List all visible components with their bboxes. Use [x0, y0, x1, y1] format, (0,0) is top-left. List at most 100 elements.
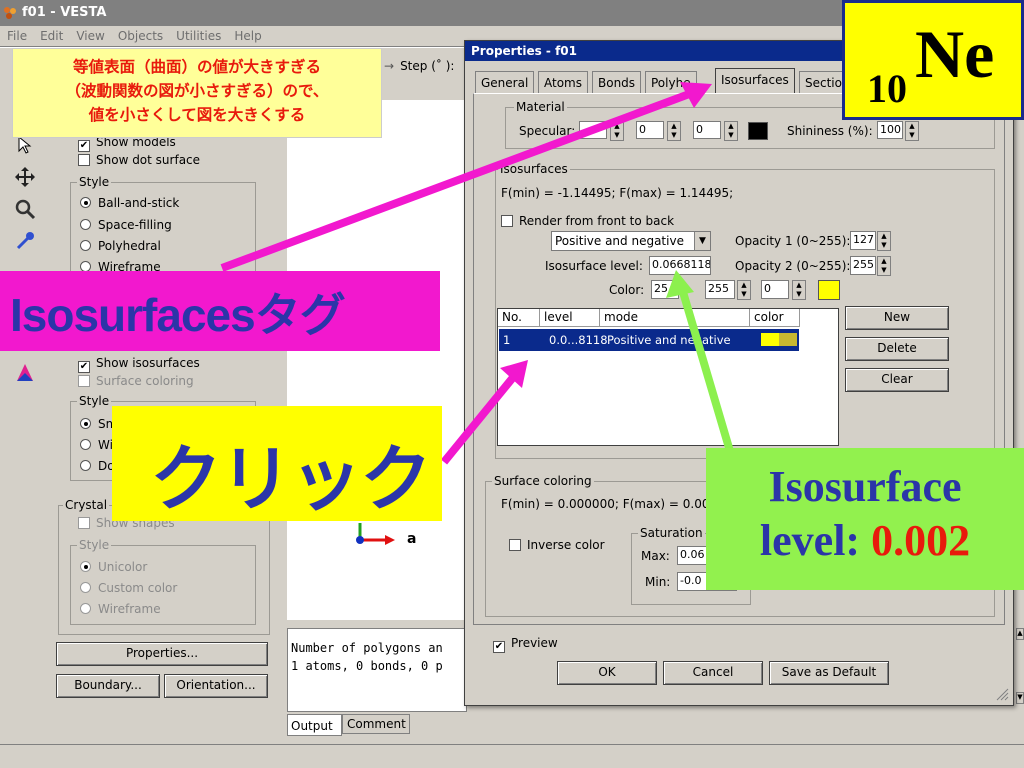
- inverse-color-option[interactable]: Inverse color: [509, 538, 605, 552]
- menu-file[interactable]: File: [0, 26, 33, 43]
- spinner-icon[interactable]: ▲ ▼: [737, 280, 751, 300]
- scroll-down-icon[interactable]: ▼: [1016, 692, 1024, 704]
- move-icon[interactable]: [10, 162, 40, 192]
- specular-g-field[interactable]: 0: [636, 121, 664, 139]
- radio-icon[interactable]: [80, 219, 91, 230]
- spinner-icon[interactable]: ▲ ▼: [792, 280, 806, 300]
- color-swatch[interactable]: [818, 280, 840, 300]
- save-as-default-button[interactable]: Save as Default: [769, 661, 889, 685]
- color-r-field[interactable]: 25: [651, 280, 679, 299]
- tab-isosurfaces[interactable]: Isosurfaces: [715, 68, 795, 94]
- crystal-style-wireframe[interactable]: Wireframe: [80, 602, 161, 616]
- max-label: Max:: [641, 549, 670, 563]
- menu-view[interactable]: View: [69, 26, 110, 43]
- tab-output[interactable]: Output: [287, 714, 342, 736]
- tab-general[interactable]: General: [475, 71, 535, 93]
- radio-icon[interactable]: [80, 460, 91, 471]
- shininess-field[interactable]: 100: [877, 121, 903, 139]
- radio-icon[interactable]: [80, 561, 91, 572]
- menu-edit[interactable]: Edit: [33, 26, 69, 43]
- iso-style-wireframe[interactable]: Wi: [80, 438, 113, 452]
- log-scrollbar[interactable]: ▲ ▼: [1016, 628, 1024, 718]
- tab-polyhedra[interactable]: Polyhe: [645, 71, 697, 93]
- isosurface-level-field[interactable]: 0.0668118: [649, 256, 711, 275]
- note-line: （波動関数の図が小さすぎる）ので、: [65, 82, 329, 100]
- tab-sections[interactable]: Sectio: [799, 71, 848, 93]
- chevron-down-icon[interactable]: ▼: [694, 232, 710, 250]
- spinner-icon[interactable]: ▲ ▼: [877, 231, 891, 251]
- menu-help[interactable]: Help: [227, 26, 267, 43]
- surface-coloring-checkbox[interactable]: [78, 375, 90, 387]
- show-models-checkbox[interactable]: ✔: [78, 140, 90, 152]
- specular-color-swatch[interactable]: [748, 122, 768, 140]
- specular-b-field[interactable]: 0: [693, 121, 721, 139]
- cancel-button[interactable]: Cancel: [663, 661, 763, 685]
- preview-option[interactable]: ✔ Preview: [493, 636, 558, 653]
- ok-button[interactable]: OK: [557, 661, 657, 685]
- tab-bonds[interactable]: Bonds: [592, 71, 642, 93]
- tab-comment[interactable]: Comment: [342, 714, 410, 734]
- tab-atoms[interactable]: Atoms: [538, 71, 588, 93]
- boundary-button[interactable]: Boundary...: [56, 674, 160, 698]
- menu-utilities[interactable]: Utilities: [169, 26, 227, 43]
- min-label: Min:: [645, 575, 671, 589]
- color-g-field[interactable]: 255: [705, 280, 735, 299]
- radio-icon[interactable]: [80, 603, 91, 614]
- show-shapes-checkbox[interactable]: [78, 517, 90, 529]
- atomic-number: 10: [867, 66, 907, 111]
- specular-r-field[interactable]: [579, 121, 607, 139]
- click-callout: クリック: [112, 406, 442, 521]
- spinner-icon[interactable]: ▲ ▼: [667, 121, 681, 141]
- crystal-style-custom[interactable]: Custom color: [80, 581, 177, 595]
- style-space-filling[interactable]: Space-filling: [80, 218, 172, 232]
- zoom-icon[interactable]: [10, 194, 40, 224]
- resize-grip-icon[interactable]: [995, 687, 1009, 701]
- opacity2-field[interactable]: 255: [850, 256, 876, 275]
- row-mode: Positive and negative: [607, 333, 731, 347]
- style-ball-and-stick[interactable]: Ball-and-stick: [80, 196, 179, 210]
- style-polyhedral[interactable]: Polyhedral: [80, 239, 161, 253]
- render-front-checkbox[interactable]: [501, 215, 513, 227]
- iso-style-dot[interactable]: Do: [80, 459, 115, 473]
- saturation-legend: Saturation: [638, 526, 705, 540]
- spinner-icon[interactable]: ▲ ▼: [610, 121, 624, 141]
- note-line: 値を小さくして図を大きくする: [88, 106, 306, 124]
- spinner-icon[interactable]: ▲ ▼: [905, 121, 919, 141]
- show-dot-surface-option[interactable]: Show dot surface: [78, 153, 200, 167]
- polyhedra-icon[interactable]: [10, 358, 40, 388]
- new-button[interactable]: New: [845, 306, 949, 330]
- show-isosurfaces-checkbox[interactable]: ✔: [78, 361, 90, 373]
- show-dot-surface-checkbox[interactable]: [78, 154, 90, 166]
- radio-icon[interactable]: [80, 240, 91, 251]
- isosurface-list[interactable]: No. level mode color 1 0.0...8118 Positi…: [497, 308, 839, 446]
- radio-icon[interactable]: [80, 197, 91, 208]
- color-b-field[interactable]: 0: [761, 280, 789, 299]
- window-title: f01 - VESTA: [22, 5, 107, 20]
- clear-button[interactable]: Clear: [845, 368, 949, 392]
- delete-button[interactable]: Delete: [845, 337, 949, 361]
- preview-checkbox[interactable]: ✔: [493, 641, 505, 653]
- scroll-up-icon[interactable]: ▲: [1016, 628, 1024, 640]
- orientation-button[interactable]: Orientation...: [164, 674, 268, 698]
- specular-label: Specular:: [519, 124, 576, 138]
- opacity1-label: Opacity 1 (0~255):: [735, 234, 851, 248]
- radio-icon[interactable]: [80, 582, 91, 593]
- radio-icon[interactable]: [80, 439, 91, 450]
- mode-select[interactable]: Positive and negative ▼: [551, 231, 711, 251]
- spinner-icon[interactable]: ▲ ▼: [877, 256, 891, 276]
- render-front-option[interactable]: Render from front to back: [501, 214, 674, 228]
- opacity1-field[interactable]: 127: [850, 231, 876, 250]
- pick-icon[interactable]: [10, 226, 40, 256]
- output-log[interactable]: Number of polygons an 1 atoms, 0 bonds, …: [287, 628, 467, 712]
- crystal-style-unicolor[interactable]: Unicolor: [80, 560, 147, 574]
- show-isosurfaces-option[interactable]: ✔ Show isosurfaces: [78, 356, 200, 373]
- inverse-color-checkbox[interactable]: [509, 539, 521, 551]
- spinner-icon[interactable]: ▲ ▼: [724, 121, 738, 141]
- menu-objects[interactable]: Objects: [111, 26, 169, 43]
- surface-coloring-option[interactable]: Surface coloring: [78, 374, 194, 388]
- left-toolbar: [6, 100, 44, 410]
- properties-button[interactable]: Properties...: [56, 642, 268, 666]
- log-line: Number of polygons an: [291, 641, 443, 655]
- radio-icon[interactable]: [80, 418, 91, 429]
- table-row[interactable]: 1 0.0...8118 Positive and negative: [499, 329, 799, 351]
